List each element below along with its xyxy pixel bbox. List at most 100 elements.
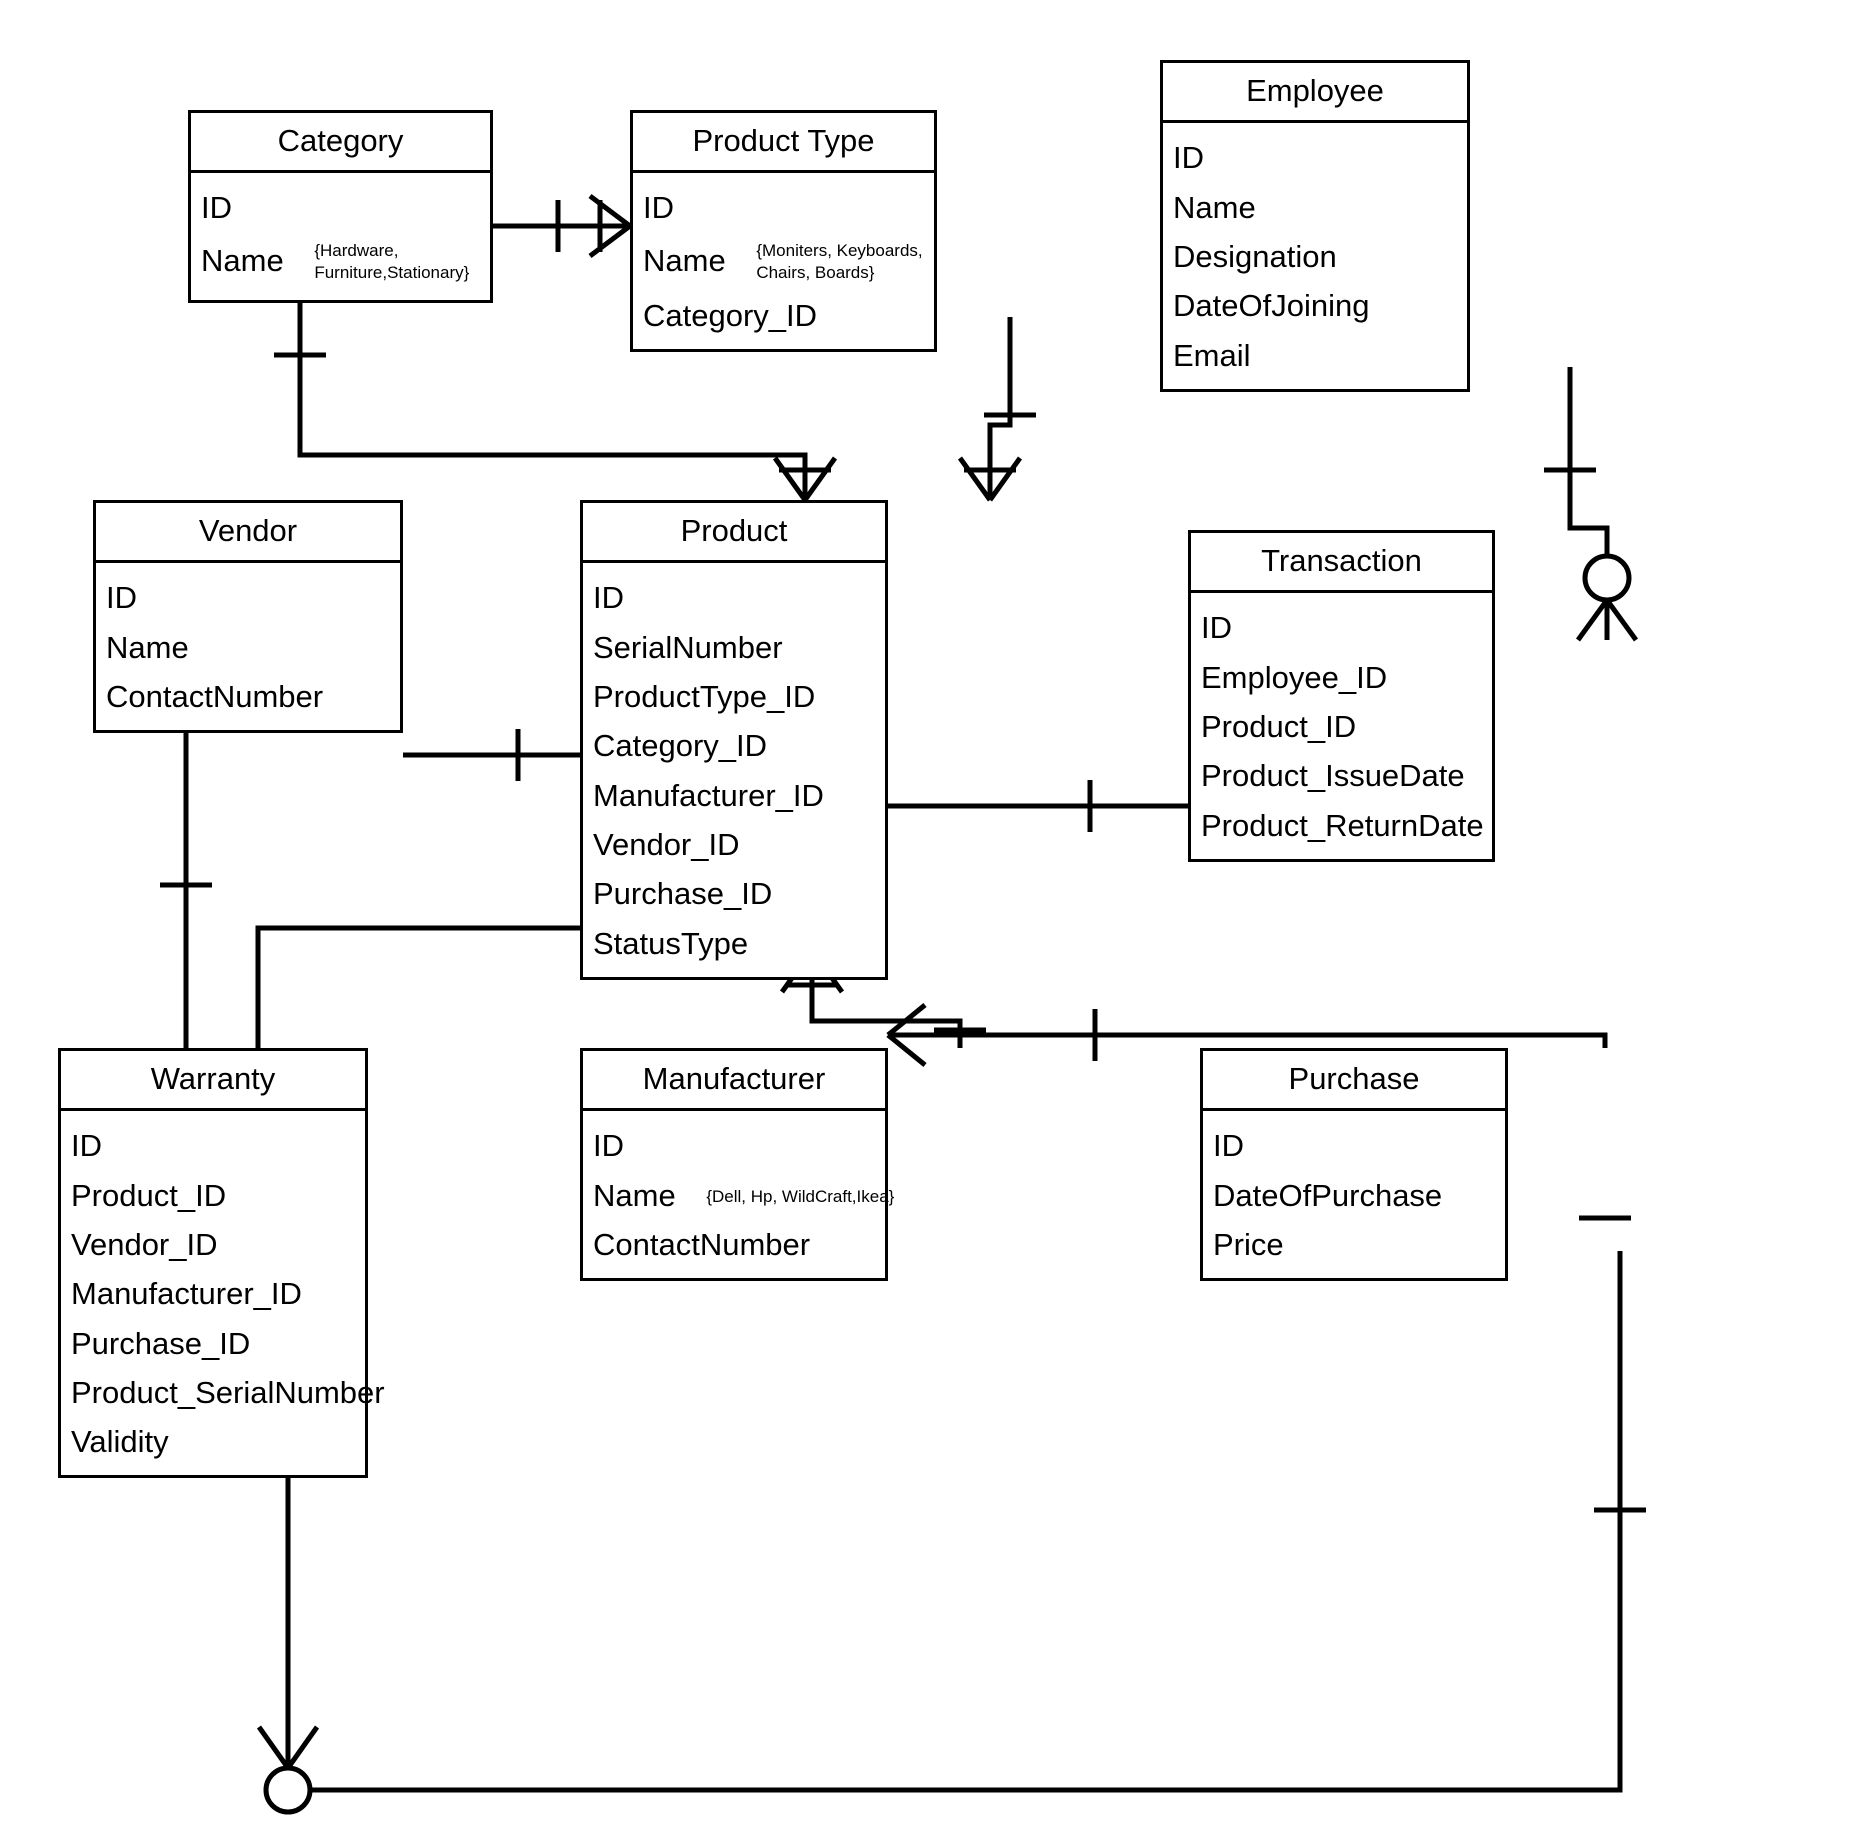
- attribute-row: Name {Dell, Hp, WildCraft,Ikea}: [583, 1169, 894, 1218]
- attribute-label: Vendor_ID: [71, 1227, 218, 1263]
- attribute-label: Employee_ID: [1201, 659, 1388, 695]
- attribute-row: Product_ID: [1191, 701, 1492, 750]
- attribute-label: Name: [1173, 189, 1256, 225]
- circle-purchase-warranty: [263, 1765, 313, 1815]
- attribute-row: Name {Moniters, Keyboards, Chairs, Board…: [633, 231, 934, 290]
- attribute-label: ContactNumber: [106, 679, 324, 715]
- attribute-row: Product_SerialNumber: [61, 1367, 385, 1416]
- attribute-label: Product_ID: [71, 1177, 227, 1213]
- crow-transaction-a: [1575, 598, 1610, 642]
- attribute-label: DateOfJoining: [1173, 288, 1370, 324]
- attribute-note: {Hardware, Furniture,Stationary}: [314, 241, 470, 282]
- crow-product-cat-a: [772, 456, 808, 502]
- attribute-label: Vendor_ID: [593, 826, 740, 862]
- attribute-row: Category_ID: [583, 720, 885, 769]
- attribute-label: ID: [1201, 610, 1232, 646]
- entity-body-product-type: ID Name {Moniters, Keyboards, Chairs, Bo…: [633, 173, 934, 349]
- attribute-label: Email: [1173, 337, 1251, 373]
- entity-body-product: ID SerialNumber ProductType_ID Category_…: [583, 563, 885, 977]
- attribute-row: Product_ID: [61, 1169, 365, 1218]
- attribute-row: Purchase_ID: [61, 1317, 365, 1366]
- attribute-label: Name: [201, 243, 284, 279]
- attribute-label: Category_ID: [643, 298, 818, 334]
- attribute-row: Manufacturer_ID: [583, 769, 885, 818]
- entity-body-manufacturer: ID Name {Dell, Hp, WildCraft,Ikea} Conta…: [583, 1111, 894, 1278]
- crow-product-pt-b: [987, 456, 1023, 502]
- attribute-row: ID: [583, 1120, 885, 1169]
- attribute-label: ID: [71, 1128, 102, 1164]
- entity-purchase[interactable]: Purchase ID DateOfPurchase Price: [1200, 1048, 1508, 1282]
- attribute-label: Product_ID: [1201, 709, 1357, 745]
- entity-manufacturer[interactable]: Manufacturer ID Name {Dell, Hp, WildCraf…: [580, 1048, 894, 1282]
- attribute-label: Product_IssueDate: [1201, 758, 1465, 794]
- attribute-row: Validity: [61, 1416, 365, 1465]
- crow-pp-b: [886, 1033, 927, 1067]
- attribute-label: Name: [643, 243, 726, 279]
- crow-pw-b: [285, 1725, 320, 1770]
- entity-body-category: ID Name {Hardware, Furniture,Stationary}: [191, 173, 490, 300]
- entity-title-product: Product: [583, 503, 885, 564]
- attribute-label: ID: [201, 190, 232, 226]
- entity-body-purchase: ID DateOfPurchase Price: [1203, 1111, 1505, 1278]
- attribute-row: Employee_ID: [1191, 651, 1492, 700]
- attribute-label: Manufacturer_ID: [71, 1276, 302, 1312]
- attribute-label: ID: [1213, 1128, 1244, 1164]
- entity-title-product-type: Product Type: [633, 113, 934, 174]
- crow-product-cat-b: [802, 456, 838, 502]
- entity-employee[interactable]: Employee ID Name Designation DateOfJoini…: [1160, 60, 1470, 392]
- attribute-row: Category_ID: [633, 290, 934, 339]
- attribute-row: ID: [191, 182, 490, 231]
- entity-transaction[interactable]: Transaction ID Employee_ID Product_ID Pr…: [1188, 530, 1495, 862]
- attribute-label: Name: [593, 1177, 676, 1213]
- attribute-row: Name: [1163, 181, 1467, 230]
- attribute-label: Purchase_ID: [71, 1325, 251, 1361]
- entity-warranty[interactable]: Warranty ID Product_ID Vendor_ID Manufac…: [58, 1048, 385, 1479]
- attribute-row: ID: [1191, 602, 1492, 651]
- attribute-row: Email: [1163, 329, 1467, 378]
- attribute-row: ContactNumber: [583, 1219, 885, 1268]
- entity-product[interactable]: Product ID SerialNumber ProductType_ID C…: [580, 500, 888, 980]
- attribute-row: ID: [583, 572, 885, 621]
- entity-title-employee: Employee: [1163, 63, 1467, 124]
- link-employee-transaction: [1567, 367, 1610, 560]
- attribute-label: Category_ID: [593, 728, 768, 764]
- entity-vendor[interactable]: Vendor ID Name ContactNumber: [93, 500, 403, 734]
- attribute-label: ID: [593, 1128, 624, 1164]
- attribute-label: Price: [1213, 1227, 1284, 1263]
- entity-title-warranty: Warranty: [61, 1051, 365, 1112]
- attribute-row: ID: [1203, 1120, 1505, 1169]
- attribute-row: Price: [1203, 1219, 1505, 1268]
- attribute-row: Vendor_ID: [61, 1219, 365, 1268]
- crow-producttype-a: [588, 194, 632, 228]
- attribute-label: Name: [106, 629, 189, 665]
- entity-body-vendor: ID Name ContactNumber: [96, 563, 400, 730]
- attribute-row: ID: [633, 182, 934, 231]
- entity-title-manufacturer: Manufacturer: [583, 1051, 885, 1112]
- attribute-note: {Moniters, Keyboards, Chairs, Boards}: [756, 241, 923, 282]
- crow-pw-a: [256, 1725, 291, 1770]
- crow-producttype-b: [588, 224, 632, 258]
- attribute-label: ID: [643, 190, 674, 226]
- attribute-label: StatusType: [593, 925, 749, 961]
- link-producttype-product: [987, 317, 1013, 500]
- attribute-row: ID: [61, 1120, 365, 1169]
- entity-product-type[interactable]: Product Type ID Name {Moniters, Keyboard…: [630, 110, 937, 353]
- attribute-label: ID: [106, 580, 137, 616]
- attribute-label: Manufacturer_ID: [593, 777, 824, 813]
- attribute-label: ID: [593, 580, 624, 616]
- entity-title-category: Category: [191, 113, 490, 174]
- attribute-label: ContactNumber: [593, 1227, 811, 1263]
- entity-category[interactable]: Category ID Name {Hardware, Furniture,St…: [188, 110, 493, 303]
- attribute-row: SerialNumber: [583, 621, 885, 670]
- attribute-label: Validity: [71, 1424, 169, 1460]
- attribute-row: ID: [96, 572, 400, 621]
- attribute-label: Designation: [1173, 239, 1337, 275]
- attribute-row: Name: [96, 621, 400, 670]
- attribute-row: Manufacturer_ID: [61, 1268, 365, 1317]
- attribute-row: DateOfJoining: [1163, 280, 1467, 329]
- attribute-label: ProductType_ID: [593, 679, 816, 715]
- attribute-row: DateOfPurchase: [1203, 1169, 1505, 1218]
- attribute-label: Purchase_ID: [593, 876, 773, 912]
- link-purchase-warranty: [288, 1251, 1623, 1793]
- attribute-row: ProductType_ID: [583, 671, 885, 720]
